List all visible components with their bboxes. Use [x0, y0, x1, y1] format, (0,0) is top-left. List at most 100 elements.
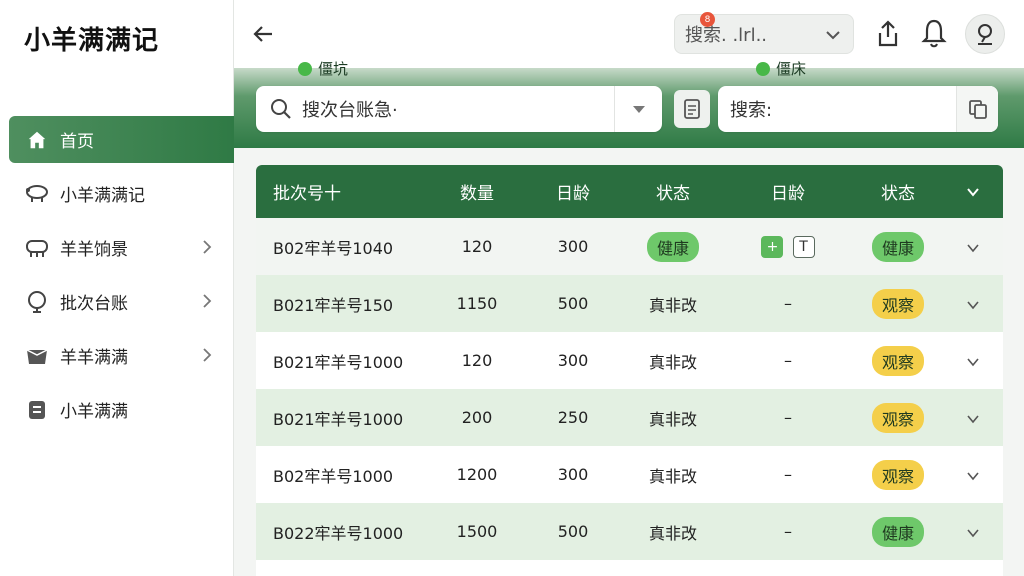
column-header-status[interactable]: 状态 [623, 165, 723, 218]
sidebar-item-sheep-list[interactable]: 小羊满满 [0, 386, 234, 433]
column-header-expand[interactable] [943, 165, 1003, 218]
sidebar-item-label: 羊羊满满 [60, 348, 128, 368]
status-badge: 观察 [871, 345, 924, 376]
cell-status-2: 观察 [853, 275, 943, 332]
sidebar-item-batch-ledger[interactable]: 批次台账 [0, 278, 234, 325]
cell-actions: + T [723, 218, 853, 275]
cell-status: 真非改 [648, 352, 697, 372]
back-arrow-icon[interactable] [250, 20, 278, 48]
cell-expand[interactable] [943, 275, 1003, 332]
sidebar-item-label: 首页 [60, 132, 94, 152]
cell-quantity: 1200 [456, 465, 498, 484]
cell-age-2: – [784, 522, 792, 541]
top-search-text: 搜索. .lrl.. [685, 25, 768, 46]
cell-status-2: 观察 [853, 332, 943, 389]
cell-status: 真非改 [648, 409, 697, 429]
secondary-search-placeholder: 搜索: [730, 100, 773, 121]
cell-status-2: 观察 [853, 389, 943, 446]
table-row[interactable]: B022牢羊号1000 1500 500 真非改 – 健康 [256, 503, 1003, 560]
status-badge: 健康 [646, 231, 699, 262]
sidebar-item-label: 羊羊饷景 [60, 240, 128, 260]
add-button[interactable]: + [761, 235, 784, 258]
table-row[interactable]: B021牢羊号1000 120 300 真非改 – 观察 [256, 332, 1003, 389]
search-dropdown-button[interactable] [614, 86, 662, 132]
search-icon [271, 99, 291, 119]
bell-icon[interactable] [919, 17, 949, 49]
cell-expand[interactable] [943, 389, 1003, 446]
cell-quantity: 200 [461, 408, 493, 427]
table-row[interactable]: B02牢羊号1040 120 300 健康 + T 健康 [256, 218, 1003, 275]
copy-icon [968, 100, 987, 119]
chevron-down-icon [967, 471, 979, 480]
table-row[interactable]: B021牢羊号1000 200 250 真非改 – 观察 [256, 389, 1003, 446]
ledger-search-placeholder: 搜次台账急· [302, 100, 398, 121]
sidebar-item-sheep-full[interactable]: 羊羊满满 [0, 332, 234, 379]
cell-age-2: – [784, 294, 792, 313]
cell-age-2: – [784, 408, 792, 427]
column-header-age-2[interactable]: 日龄 [723, 165, 853, 218]
cell-age: 300 [557, 351, 589, 370]
column-header-batch[interactable]: 批次号十 [256, 165, 431, 218]
table-row[interactable]: B021牢羊号150 1150 500 真非改 – 观察 [256, 275, 1003, 332]
cell-batch: B02牢羊号1040 [273, 238, 394, 258]
sidebar-item-home[interactable]: 首页 [9, 116, 234, 163]
cell-batch: B021牢羊号150 [273, 295, 394, 315]
user-icon [978, 24, 992, 45]
column-header-quantity[interactable]: 数量 [431, 165, 523, 218]
document-icon [684, 99, 700, 119]
chevron-down-icon [967, 187, 979, 197]
chevron-right-icon [203, 240, 212, 254]
sidebar-item-sheep-log[interactable]: 小羊满满记 [0, 170, 234, 217]
status-badge: 观察 [871, 288, 924, 319]
share-icon[interactable] [874, 19, 902, 49]
sidebar-item-label: 小羊满满记 [60, 186, 145, 206]
column-header-status-2[interactable]: 状态 [853, 165, 943, 218]
sheep-group-icon [24, 235, 50, 261]
cell-status: 真非改 [648, 523, 697, 543]
banner-right-label: 僵床 [776, 60, 807, 78]
cell-status: 健康 [623, 218, 723, 275]
cell-age: 500 [557, 294, 589, 313]
cell-status-2: 健康 [853, 503, 943, 560]
box-icon [24, 343, 50, 369]
copy-button[interactable] [956, 86, 998, 132]
cell-quantity: 1500 [456, 522, 498, 541]
sidebar-item-label: 批次台账 [60, 294, 128, 314]
cell-status-2: 观察 [853, 446, 943, 503]
status-dot-icon [756, 62, 770, 76]
cell-age: 500 [557, 522, 589, 541]
list-icon [24, 397, 50, 423]
sidebar-item-sheep-scene[interactable]: 羊羊饷景 [0, 224, 234, 271]
status-badge: 健康 [871, 231, 924, 262]
cell-age: 300 [557, 465, 589, 484]
cell-quantity: 120 [461, 351, 493, 370]
avatar[interactable] [965, 14, 1005, 54]
chevron-down-icon [826, 31, 840, 40]
column-header-age[interactable]: 日龄 [523, 165, 623, 218]
cell-batch: B022牢羊号1000 [273, 523, 404, 543]
sidebar-item-label: 小羊满满 [60, 402, 128, 422]
ledger-search-input[interactable]: 搜次台账急· [256, 86, 662, 132]
text-button[interactable]: T [792, 235, 815, 258]
cell-batch: B02牢羊号1000 [273, 466, 394, 486]
sheep-icon [24, 181, 50, 207]
cell-age-2: – [784, 351, 792, 370]
cell-batch: B021牢羊号1000 [273, 352, 404, 372]
chevron-down-icon [967, 414, 979, 423]
cell-expand[interactable] [943, 503, 1003, 560]
cell-quantity: 1150 [456, 294, 498, 313]
cell-age: 300 [557, 237, 589, 256]
chevron-down-icon [967, 357, 979, 366]
cell-batch: B021牢羊号1000 [273, 409, 404, 429]
chevron-down-icon [967, 243, 979, 252]
secondary-search-input[interactable]: 搜索: [718, 86, 998, 132]
sidebar-nav: 首页 小羊满满记 羊羊饷景 批次台账 羊羊满满 小羊满满 [0, 116, 234, 440]
status-dot-icon [298, 62, 312, 76]
filter-button[interactable] [674, 90, 710, 128]
table-header-row: 批次号十 数量 日龄 状态 日龄 状态 [256, 165, 1003, 218]
cell-expand[interactable] [943, 218, 1003, 275]
cell-expand[interactable] [943, 446, 1003, 503]
cell-expand[interactable] [943, 332, 1003, 389]
ledger-icon [24, 289, 50, 315]
table-row[interactable]: B02牢羊号1000 1200 300 真非改 – 观察 [256, 446, 1003, 503]
